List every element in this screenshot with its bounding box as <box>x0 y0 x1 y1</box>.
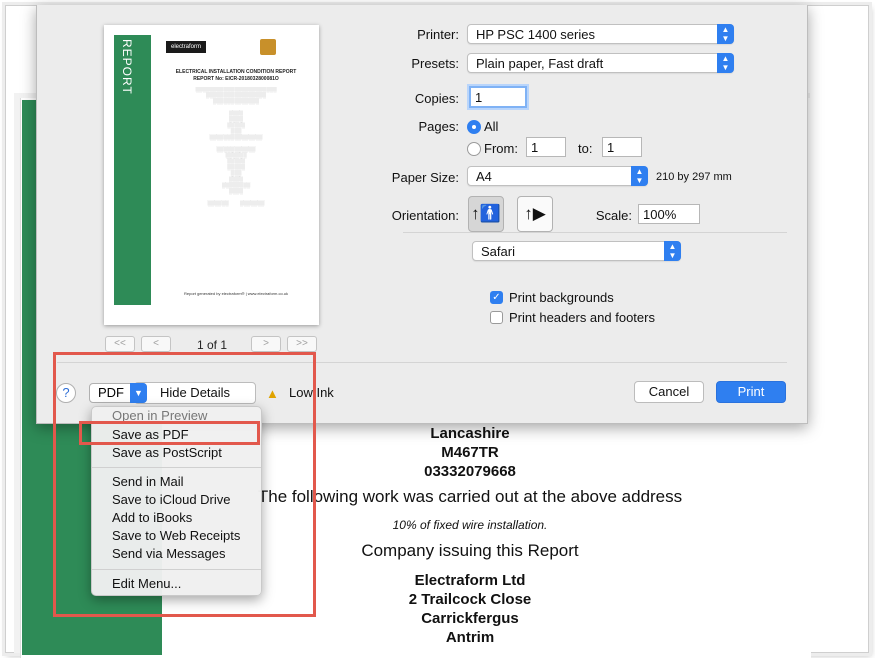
print-backgrounds-checkbox[interactable]: ✓ <box>490 291 503 304</box>
chevron-updown-icon: ▲ ▼ <box>717 53 734 73</box>
chevron-updown-icon: ▲ ▼ <box>717 24 734 44</box>
cancel-button[interactable]: Cancel <box>634 381 704 403</box>
printer-label: Printer: <box>417 27 459 42</box>
page-preview: REPORT electraform ELECTRICAL INSTALLATI… <box>104 25 319 325</box>
pages-all-label: All <box>484 119 499 134</box>
next-page-button[interactable]: > <box>251 336 281 352</box>
pages-from-label: From: <box>484 141 518 156</box>
scale-label: Scale: <box>595 208 632 223</box>
preview-seal-icon <box>260 39 276 55</box>
preview-report-no: REPORT No: EICR-2018032800081O <box>193 76 279 82</box>
preview-vertical-label: REPORT <box>120 39 134 95</box>
annotation-save-as-pdf-box <box>79 421 260 445</box>
copies-field[interactable]: 1 <box>469 86 527 108</box>
last-page-button[interactable]: >> <box>287 336 317 352</box>
chevron-updown-icon: ▲ ▼ <box>664 241 681 261</box>
paper-size-popup[interactable]: A4 ▲ ▼ <box>467 166 648 186</box>
pages-label: Pages: <box>418 119 459 134</box>
page-count: 1 of 1 <box>197 338 228 352</box>
print-button[interactable]: Print <box>716 381 786 403</box>
printer-value: HP PSC 1400 series <box>476 27 595 42</box>
chevron-updown-icon: ▲ ▼ <box>631 166 648 186</box>
landscape-orientation-icon[interactable]: ↑▶ <box>517 196 553 232</box>
presets-value: Plain paper, Fast draft <box>476 56 604 71</box>
print-headers-label: Print headers and footers <box>509 310 655 325</box>
print-backgrounds-label: Print backgrounds <box>509 290 614 305</box>
preview-logo: electraform <box>166 41 206 53</box>
preview-body-text: ░░░░░░░░░░░░░░░░░░░░░░░ ░░░░░░░░░░░░░░░░░… <box>195 87 277 207</box>
app-section-value: Safari <box>481 244 515 259</box>
copies-label: Copies: <box>414 91 459 106</box>
paper-size-label: Paper Size: <box>391 170 459 185</box>
pages-to-label: to: <box>578 141 593 156</box>
pages-all-radio[interactable] <box>467 120 481 134</box>
first-page-button[interactable]: << <box>105 336 135 352</box>
previous-page-button[interactable]: < <box>141 336 171 352</box>
app-section-popup[interactable]: Safari ▲ ▼ <box>472 241 681 261</box>
preview-footer: Report generated by electraform® | www.e… <box>183 291 289 296</box>
annotation-highlight-box <box>53 352 316 617</box>
scale-field[interactable]: 100% <box>638 204 700 224</box>
presets-popup[interactable]: Plain paper, Fast draft ▲ ▼ <box>467 53 734 73</box>
paper-size-value: A4 <box>476 169 492 184</box>
portrait-orientation-icon[interactable]: ↑🚹 <box>468 196 504 232</box>
document-line: Antrim <box>445 629 495 646</box>
section-divider <box>403 232 787 233</box>
preview-title: ELECTRICAL INSTALLATION CONDITION REPORT <box>175 69 297 75</box>
pages-from-field[interactable]: 1 <box>526 137 566 157</box>
print-headers-checkbox[interactable] <box>490 311 503 324</box>
paper-dimensions: 210 by 297 mm <box>656 171 732 183</box>
orientation-label: Orientation: <box>391 208 459 223</box>
pages-to-field[interactable]: 1 <box>602 137 642 157</box>
pages-range-radio[interactable] <box>467 142 481 156</box>
printer-popup[interactable]: HP PSC 1400 series ▲ ▼ <box>467 24 734 44</box>
presets-label: Presets: <box>411 56 459 71</box>
